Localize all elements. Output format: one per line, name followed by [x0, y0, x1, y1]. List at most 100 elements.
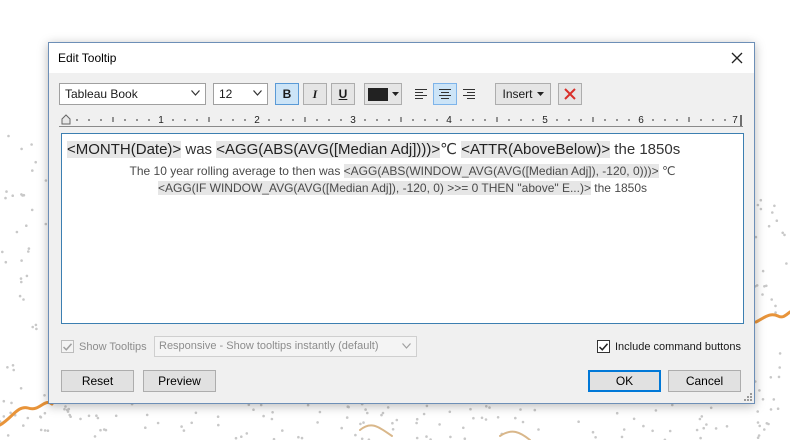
- background-point: [594, 436, 597, 439]
- background-point: [783, 233, 786, 237]
- background-point: [761, 293, 764, 296]
- background-point: [705, 423, 708, 426]
- background-point: [533, 408, 537, 412]
- insert-menu-button[interactable]: Insert: [495, 83, 551, 105]
- cancel-button[interactable]: Cancel: [668, 370, 741, 392]
- insert-label: Insert: [502, 87, 533, 101]
- font-size-select[interactable]: 12: [213, 83, 268, 105]
- show-tooltips-label: Show Tooltips: [79, 340, 147, 353]
- background-point: [777, 375, 781, 379]
- background-point: [380, 413, 383, 417]
- field-token: <MONTH(Date)>: [67, 141, 182, 158]
- background-point: [102, 428, 106, 431]
- background-point: [698, 417, 702, 421]
- background-point: [485, 405, 488, 408]
- background-point: [620, 435, 624, 439]
- background-point: [19, 387, 23, 390]
- align-right-button[interactable]: [457, 83, 481, 105]
- reset-button[interactable]: Reset: [61, 370, 134, 392]
- background-point: [347, 405, 350, 409]
- static-text: the 1850s: [610, 141, 681, 158]
- background-point: [20, 147, 23, 151]
- resize-grip-icon[interactable]: [742, 391, 752, 401]
- checkmark-icon: [63, 342, 72, 351]
- background-point: [66, 410, 70, 413]
- italic-button[interactable]: I: [303, 83, 327, 105]
- background-point: [6, 366, 9, 369]
- tooltip-line-1: <MONTH(Date)> was <AGG(ABS(AVG([Median A…: [67, 140, 742, 160]
- background-point: [270, 417, 274, 421]
- background-point: [785, 262, 788, 265]
- ruler-label: 5: [542, 115, 548, 126]
- background-point: [217, 423, 220, 427]
- text-color-button[interactable]: [364, 83, 402, 105]
- background-point: [262, 414, 265, 418]
- background-point: [20, 280, 23, 284]
- clear-formatting-button[interactable]: [558, 83, 582, 105]
- background-trend-line-bottom: [359, 424, 531, 440]
- background-point: [44, 179, 48, 182]
- background-point: [415, 421, 418, 425]
- background-point: [6, 434, 10, 437]
- background-point: [300, 436, 304, 440]
- background-point: [761, 269, 765, 273]
- background-point: [340, 426, 344, 430]
- background-point: [756, 421, 760, 424]
- clear-formatting-icon: [564, 88, 576, 100]
- chevron-down-icon: [191, 90, 200, 96]
- preview-button[interactable]: Preview: [143, 370, 216, 392]
- background-point: [69, 415, 72, 419]
- ok-button[interactable]: OK: [588, 370, 661, 392]
- background-point: [5, 190, 8, 193]
- font-size-value: 12: [219, 87, 233, 101]
- include-command-buttons-option[interactable]: Include command buttons: [597, 340, 741, 353]
- background-point: [20, 259, 23, 262]
- background-point: [95, 414, 98, 418]
- underline-button[interactable]: U: [331, 83, 355, 105]
- background-point: [775, 219, 779, 222]
- background-point: [0, 420, 2, 423]
- background-point: [18, 294, 22, 298]
- close-icon: [731, 52, 743, 64]
- static-text: was: [181, 141, 217, 158]
- background-point: [415, 436, 419, 440]
- background-point: [354, 433, 357, 437]
- include-command-buttons-checkbox[interactable]: [597, 340, 610, 353]
- field-token: <AGG(ABS(AVG([Median Adj])))>: [216, 141, 441, 158]
- font-family-select[interactable]: Tableau Book: [59, 83, 206, 105]
- background-point: [642, 424, 645, 428]
- background-point: [699, 436, 702, 440]
- background-point: [2, 399, 6, 403]
- background-point: [519, 408, 522, 411]
- background-point: [27, 247, 31, 250]
- close-button[interactable]: [720, 43, 754, 73]
- background-point: [770, 298, 773, 301]
- background-point: [763, 285, 766, 288]
- background-point: [488, 406, 491, 409]
- background-point: [43, 394, 46, 397]
- title-bar: Edit Tooltip: [49, 43, 754, 73]
- background-point: [240, 435, 243, 439]
- background-point: [182, 429, 186, 432]
- align-left-button[interactable]: [409, 83, 433, 105]
- background-point: [43, 429, 47, 432]
- background-point: [651, 429, 654, 433]
- background-point: [25, 274, 29, 278]
- background-point: [484, 418, 488, 421]
- background-point: [281, 429, 284, 432]
- show-tooltips-checkbox[interactable]: [61, 340, 74, 353]
- bold-button[interactable]: B: [275, 83, 299, 105]
- background-point: [145, 413, 149, 417]
- background-point: [769, 376, 773, 379]
- background-point: [763, 428, 766, 431]
- align-center-button[interactable]: [433, 83, 457, 105]
- indent-marker-icon[interactable]: [61, 114, 71, 125]
- tooltip-mode-select[interactable]: Responsive - Show tooltips instantly (de…: [154, 336, 417, 357]
- show-tooltips-option[interactable]: Show Tooltips: [61, 340, 147, 353]
- background-point: [702, 426, 705, 430]
- tooltip-text-editor[interactable]: <MONTH(Date)> was <AGG(ABS(AVG([Median A…: [61, 133, 744, 324]
- background-point: [591, 430, 595, 434]
- background-point: [114, 414, 118, 418]
- background-point: [772, 398, 776, 401]
- background-point: [345, 416, 349, 419]
